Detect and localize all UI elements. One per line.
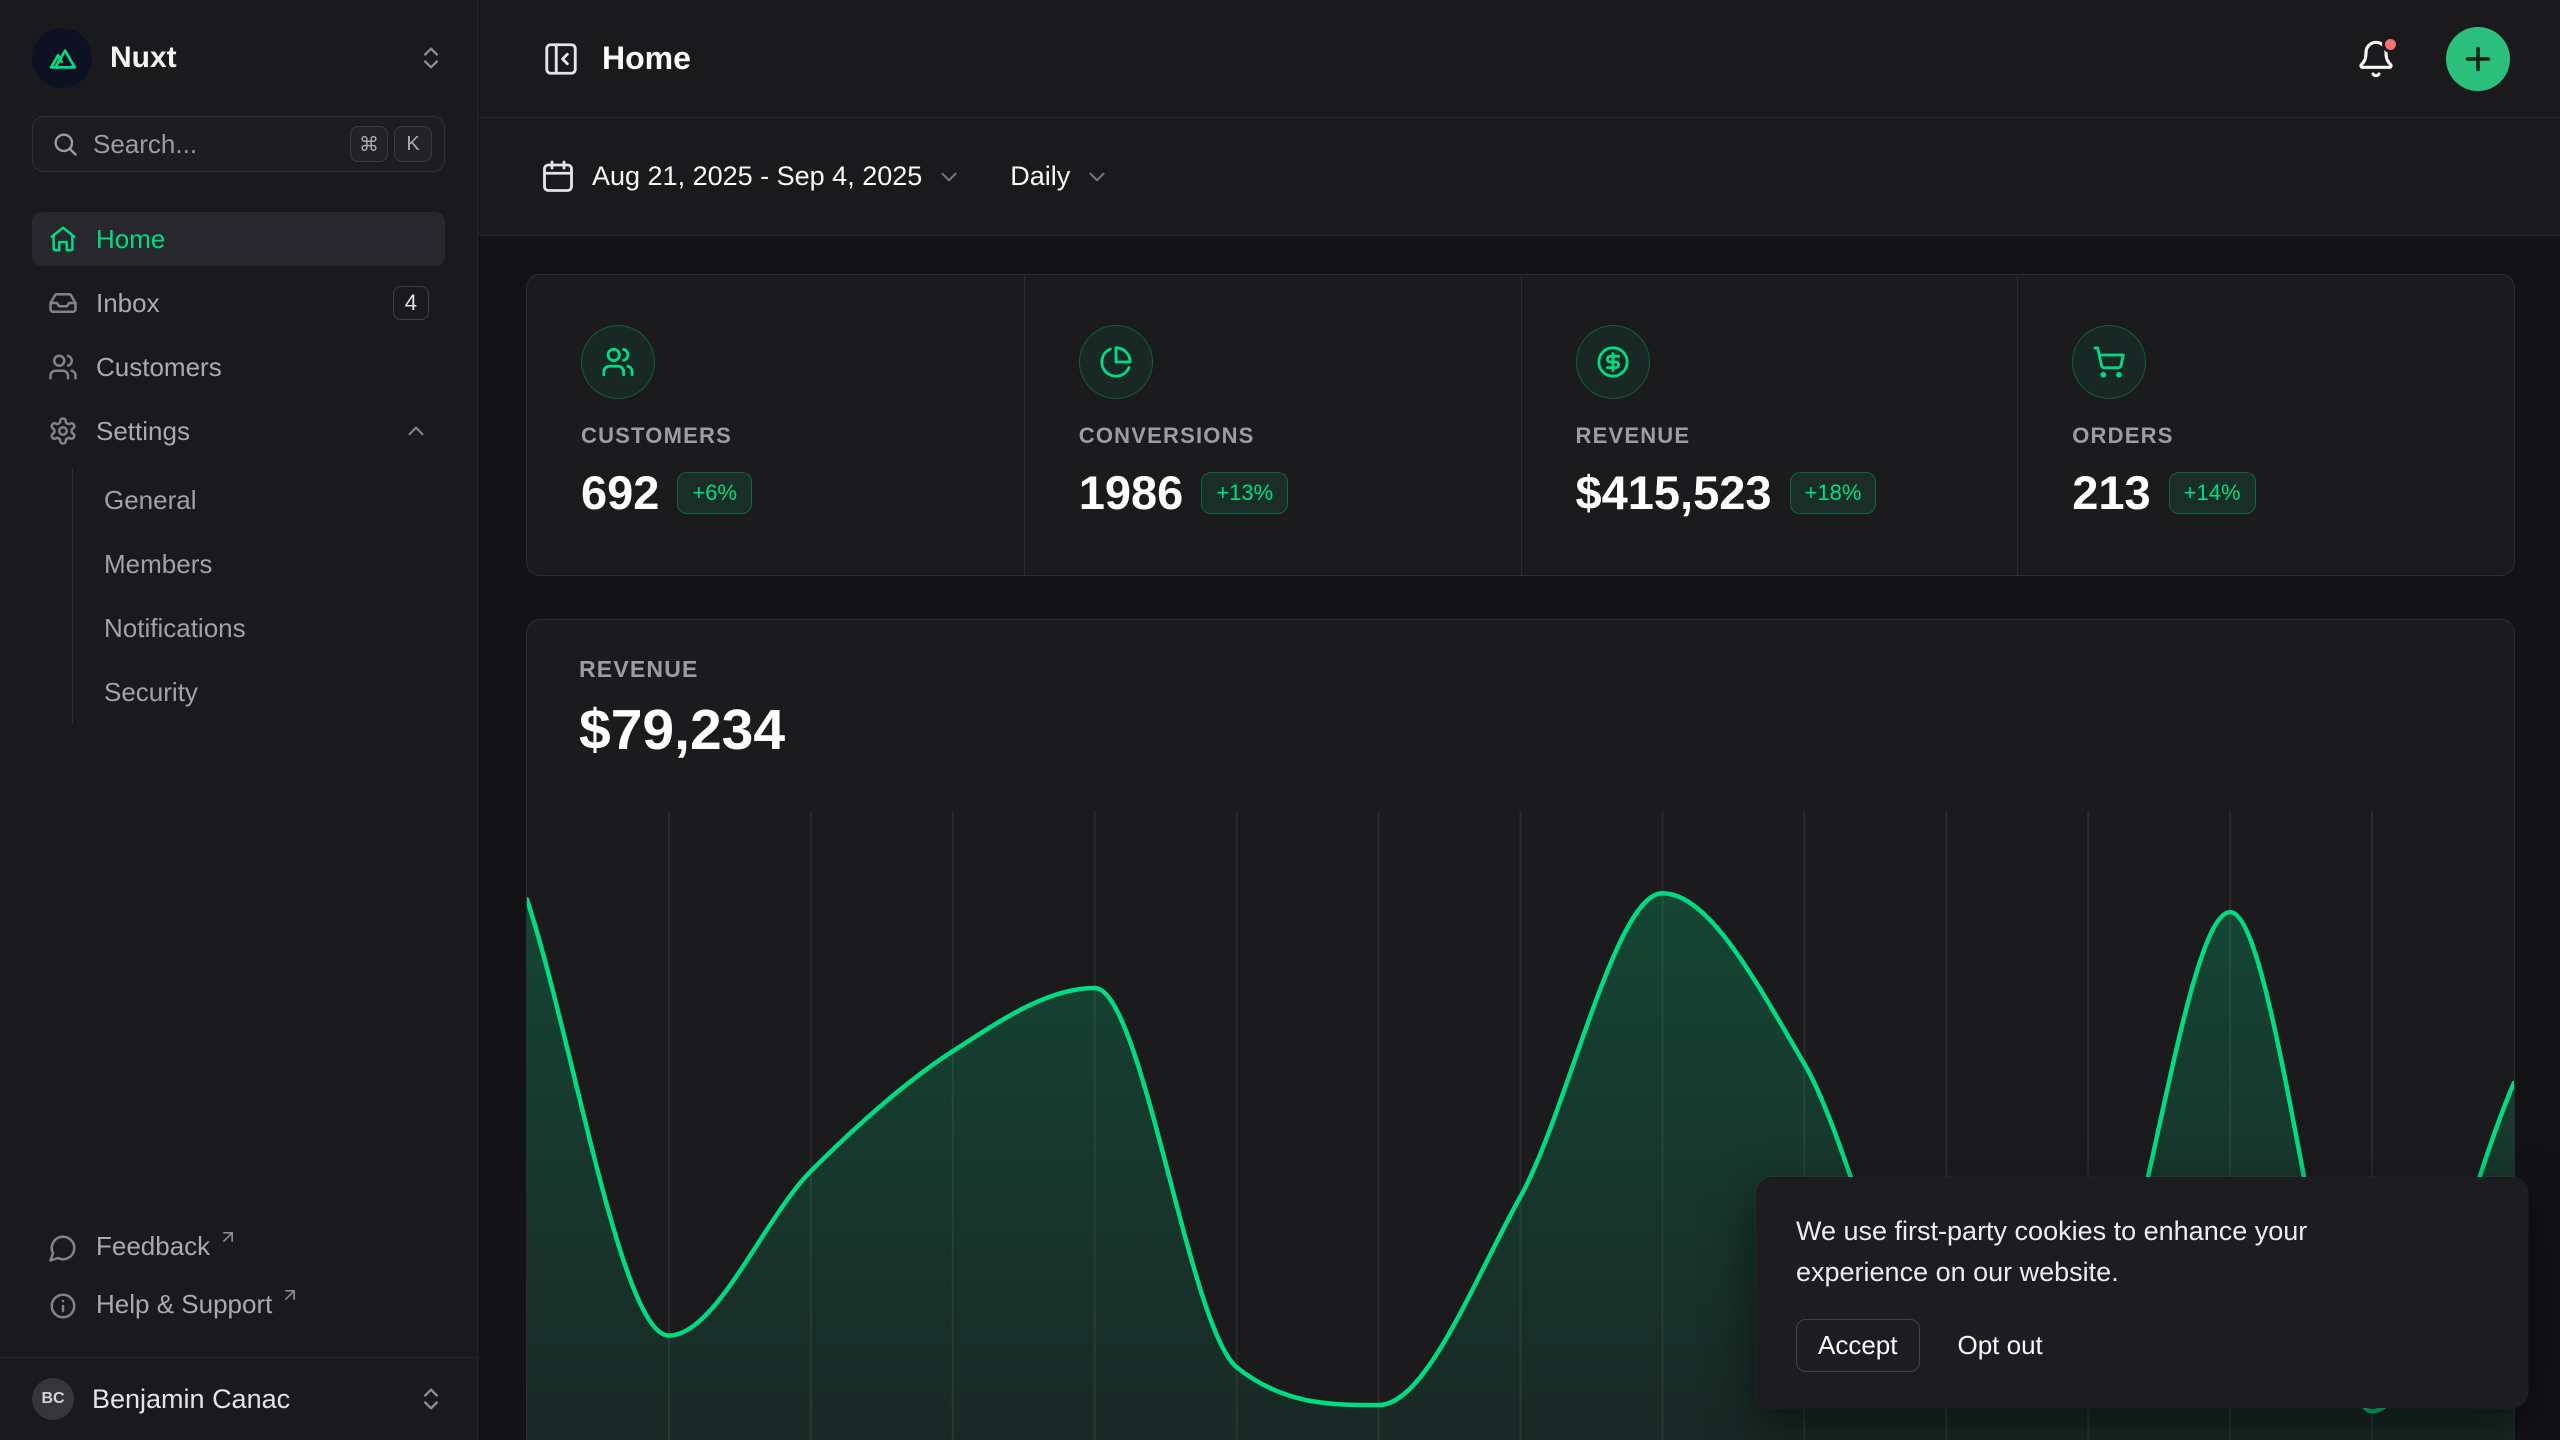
search-placeholder: Search... bbox=[93, 129, 197, 160]
stat-customers[interactable]: CUSTOMERS 692 +6% bbox=[527, 275, 1024, 575]
stat-label: ORDERS bbox=[2072, 423, 2460, 449]
sidebar-item-security[interactable]: Security bbox=[104, 660, 445, 724]
chevron-up-icon bbox=[403, 418, 429, 444]
collapse-sidebar-button[interactable] bbox=[542, 40, 580, 78]
cookie-optout-button[interactable]: Opt out bbox=[1958, 1320, 2043, 1371]
sidebar-item-label: Inbox bbox=[96, 288, 160, 319]
stat-label: CUSTOMERS bbox=[581, 423, 970, 449]
users-icon bbox=[48, 352, 78, 382]
help-support-label: Help & Support bbox=[96, 1289, 272, 1320]
cookie-message: We use first-party cookies to enhance yo… bbox=[1796, 1211, 2396, 1293]
stat-delta-badge: +6% bbox=[677, 472, 752, 514]
add-button[interactable] bbox=[2446, 27, 2510, 91]
sidebar-item-settings[interactable]: Settings bbox=[32, 404, 445, 458]
sidebar-item-label: Customers bbox=[96, 352, 222, 383]
home-icon bbox=[48, 224, 78, 254]
cookie-accept-button[interactable]: Accept bbox=[1796, 1319, 1920, 1372]
avatar: BC bbox=[32, 1378, 74, 1420]
top-header: Home bbox=[478, 0, 2560, 118]
sidebar: Nuxt Search... ⌘ K bbox=[0, 0, 478, 1440]
stat-label: REVENUE bbox=[1576, 423, 1964, 449]
feedback-label: Feedback bbox=[96, 1231, 210, 1262]
stat-value: 1986 bbox=[1079, 465, 1184, 520]
info-circle-icon bbox=[48, 1291, 78, 1321]
inbox-icon bbox=[48, 288, 78, 318]
user-menu[interactable]: BC Benjamin Canac bbox=[32, 1378, 445, 1420]
header-actions bbox=[2356, 27, 2510, 91]
sidebar-spacer bbox=[32, 734, 445, 1223]
filter-bar: Aug 21, 2025 - Sep 4, 2025 Daily bbox=[478, 118, 2560, 236]
search-icon bbox=[51, 130, 79, 158]
plus-icon bbox=[2460, 41, 2496, 77]
stat-delta-badge: +13% bbox=[1201, 472, 1288, 514]
settings-children: General Members Notifications Security bbox=[72, 468, 445, 724]
notifications-button[interactable] bbox=[2356, 39, 2396, 79]
chevron-updown-icon bbox=[417, 44, 445, 72]
stats-summary-card: CUSTOMERS 692 +6% CONVERSIONS bbox=[526, 274, 2515, 576]
notification-dot bbox=[2382, 36, 2399, 53]
feedback-link[interactable]: Feedback bbox=[32, 1223, 445, 1281]
sidebar-item-notifications[interactable]: Notifications bbox=[104, 596, 445, 660]
sidebar-item-inbox[interactable]: Inbox 4 bbox=[32, 276, 445, 330]
page-title: Home bbox=[602, 40, 691, 77]
kbd-k: K bbox=[394, 126, 432, 162]
user-name: Benjamin Canac bbox=[92, 1384, 290, 1415]
kbd-cmd: ⌘ bbox=[350, 126, 388, 162]
user-section: BC Benjamin Canac bbox=[0, 1357, 477, 1440]
circle-dollar-icon bbox=[1576, 325, 1650, 399]
stat-delta-badge: +14% bbox=[2169, 472, 2256, 514]
chevron-down-icon bbox=[1084, 164, 1110, 190]
revenue-label: REVENUE bbox=[579, 656, 2514, 683]
calendar-icon bbox=[540, 159, 576, 195]
brand-name: Nuxt bbox=[110, 41, 177, 75]
message-bubble-icon bbox=[48, 1233, 78, 1263]
date-range-picker[interactable]: Aug 21, 2025 - Sep 4, 2025 bbox=[540, 159, 962, 195]
search-shortcut: ⌘ K bbox=[350, 126, 432, 162]
shopping-cart-icon bbox=[2072, 325, 2146, 399]
stat-label: CONVERSIONS bbox=[1079, 423, 1467, 449]
cookie-banner: We use first-party cookies to enhance yo… bbox=[1756, 1177, 2528, 1408]
sidebar-footer-links: Feedback Help & Support bbox=[32, 1223, 445, 1351]
nuxt-logo-icon bbox=[32, 28, 92, 88]
users-icon bbox=[581, 325, 655, 399]
stat-delta-badge: +18% bbox=[1790, 472, 1877, 514]
sidebar-item-home[interactable]: Home bbox=[32, 212, 445, 266]
workspace-switcher[interactable]: Nuxt bbox=[32, 26, 445, 90]
sidebar-item-general[interactable]: General bbox=[104, 468, 445, 532]
inbox-count-badge: 4 bbox=[393, 286, 429, 320]
search-input[interactable]: Search... ⌘ K bbox=[32, 116, 445, 172]
revenue-total: $79,234 bbox=[579, 697, 2514, 763]
granularity-select[interactable]: Daily bbox=[1010, 161, 1110, 192]
chevron-updown-icon bbox=[417, 1385, 445, 1413]
sidebar-item-label: Settings bbox=[96, 416, 190, 447]
help-support-link[interactable]: Help & Support bbox=[32, 1281, 445, 1339]
stat-conversions[interactable]: CONVERSIONS 1986 +13% bbox=[1024, 275, 1521, 575]
stat-value: 692 bbox=[581, 465, 659, 520]
date-range-label: Aug 21, 2025 - Sep 4, 2025 bbox=[592, 161, 922, 192]
stat-orders[interactable]: ORDERS 213 +14% bbox=[2017, 275, 2514, 575]
sidebar-item-label: Home bbox=[96, 224, 165, 255]
gear-icon bbox=[48, 416, 78, 446]
stat-revenue[interactable]: REVENUE $415,523 +18% bbox=[1521, 275, 2018, 575]
sidebar-nav: Home Inbox 4 bbox=[32, 212, 445, 734]
granularity-label: Daily bbox=[1010, 161, 1070, 192]
sidebar-item-customers[interactable]: Customers bbox=[32, 340, 445, 394]
stat-value: 213 bbox=[2072, 465, 2150, 520]
stat-value: $415,523 bbox=[1576, 465, 1772, 520]
sidebar-item-members[interactable]: Members bbox=[104, 532, 445, 596]
pie-chart-icon bbox=[1079, 325, 1153, 399]
external-link-icon bbox=[218, 1227, 238, 1247]
chevron-down-icon bbox=[936, 164, 962, 190]
external-link-icon bbox=[280, 1285, 300, 1305]
